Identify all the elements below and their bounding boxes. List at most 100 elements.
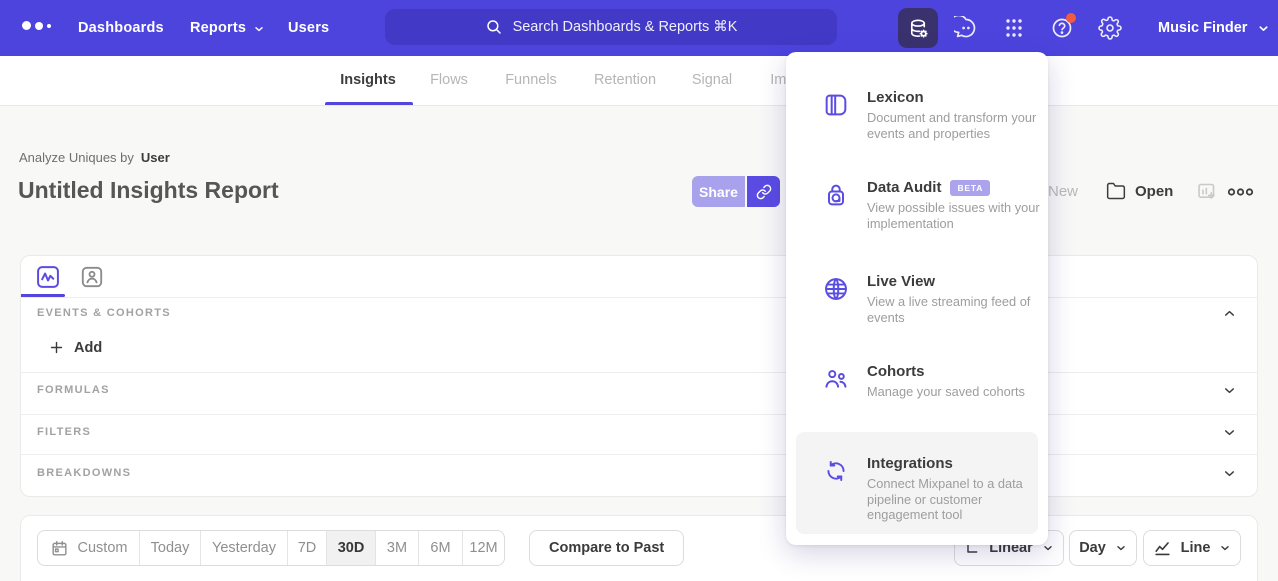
range-6m[interactable]: 6M xyxy=(418,531,462,565)
apps-grid-button[interactable] xyxy=(1002,16,1026,40)
active-tab-underline xyxy=(325,102,413,105)
mixpanel-app: Dashboards Reports Users Search Dashboar… xyxy=(0,0,1278,581)
range-7d-label: 7D xyxy=(298,540,317,556)
more-options-button[interactable] xyxy=(1227,184,1254,200)
settings-button[interactable] xyxy=(1098,16,1122,40)
interval-label: Day xyxy=(1079,540,1106,556)
range-12m-label: 12M xyxy=(469,540,497,556)
tab-funnels[interactable]: Funnels xyxy=(505,56,557,105)
collapse-events-button[interactable] xyxy=(1222,306,1237,321)
chevron-down-icon xyxy=(1222,425,1237,440)
menu-item-live-view[interactable]: Live View View a live streaming feed of … xyxy=(822,273,1034,325)
chevron-down-icon xyxy=(1222,383,1237,398)
range-3m[interactable]: 3M xyxy=(375,531,418,565)
data-management-menu: Lexicon Document and transform your even… xyxy=(786,52,1048,545)
range-12m[interactable]: 12M xyxy=(462,531,504,565)
section-breakdowns-label[interactable]: BREAKDOWNS xyxy=(37,467,131,479)
expand-filters-button[interactable] xyxy=(1222,425,1237,440)
menu-item-title: Live View xyxy=(867,273,935,290)
chevron-down-icon xyxy=(1222,466,1237,481)
range-30d-label: 30D xyxy=(338,540,365,556)
beta-badge: BETA xyxy=(950,180,990,196)
pulse-chart-icon xyxy=(34,263,62,291)
add-to-dashboard-icon xyxy=(1196,181,1217,202)
menu-item-description: Manage your saved cohorts xyxy=(867,384,1047,400)
chart-type-dropdown[interactable]: Line xyxy=(1143,530,1241,566)
menu-item-lexicon[interactable]: Lexicon Document and transform your even… xyxy=(822,89,1034,141)
menu-item-description: View a live streaming feed of events xyxy=(867,294,1047,325)
range-yesterday-label: Yesterday xyxy=(212,540,276,556)
share-button-group: Share xyxy=(692,176,780,207)
tab-retention[interactable]: Retention xyxy=(594,56,656,105)
more-options-icon xyxy=(1227,184,1254,200)
section-events-cohorts-label[interactable]: EVENTS & COHORTS xyxy=(37,307,171,319)
top-navigation-bar: Dashboards Reports Users Search Dashboar… xyxy=(0,0,1278,56)
add-label: Add xyxy=(74,340,102,356)
nav-users[interactable]: Users xyxy=(288,0,329,56)
nav-users-label: Users xyxy=(288,0,329,56)
open-report-button[interactable]: Open xyxy=(1106,181,1173,201)
range-today[interactable]: Today xyxy=(139,531,200,565)
share-button[interactable]: Share xyxy=(692,176,745,207)
grid-dots-icon xyxy=(1002,16,1026,40)
open-label: Open xyxy=(1135,183,1173,200)
folder-icon xyxy=(1106,181,1126,201)
section-formulas-label[interactable]: FORMULAS xyxy=(37,384,110,396)
nav-dashboards-label: Dashboards xyxy=(78,0,164,56)
divider xyxy=(21,297,1257,298)
nav-reports[interactable]: Reports xyxy=(190,0,265,56)
expand-formulas-button[interactable] xyxy=(1222,383,1237,398)
subtitle-entity[interactable]: User xyxy=(141,150,170,165)
range-yesterday[interactable]: Yesterday xyxy=(200,531,287,565)
interval-dropdown[interactable]: Day xyxy=(1069,530,1137,566)
menu-item-integrations[interactable]: Integrations Connect Mixpanel to a data … xyxy=(822,455,1034,523)
menu-item-data-audit[interactable]: Data Audit BETA View possible issues wit… xyxy=(822,179,1034,231)
new-report-button[interactable]: New xyxy=(1048,183,1078,200)
nav-reports-label: Reports xyxy=(190,0,246,56)
range-custom-label: Custom xyxy=(78,540,128,556)
nav-dashboards[interactable]: Dashboards xyxy=(78,0,164,56)
workspace-switcher[interactable]: Music Finder xyxy=(1158,0,1270,56)
range-7d[interactable]: 7D xyxy=(287,531,326,565)
range-custom[interactable]: Custom xyxy=(38,531,139,565)
compare-to-past-button[interactable]: Compare to Past xyxy=(529,530,684,566)
line-chart-icon xyxy=(1153,539,1172,558)
chart-type-label: Line xyxy=(1181,540,1211,556)
gear-icon xyxy=(1098,16,1122,40)
chevron-down-icon xyxy=(1257,22,1270,35)
add-to-dashboard-button[interactable] xyxy=(1196,181,1217,202)
feedback-button[interactable] xyxy=(954,16,978,40)
data-management-button[interactable] xyxy=(898,8,938,48)
menu-item-title: Lexicon xyxy=(867,89,924,106)
range-30d[interactable]: 30D xyxy=(326,531,375,565)
search-icon xyxy=(485,18,503,36)
chevron-up-icon xyxy=(1222,306,1237,321)
copy-link-button[interactable] xyxy=(747,176,780,207)
cohorts-icon xyxy=(822,365,850,393)
chevron-down-icon xyxy=(253,23,265,35)
tab-insights[interactable]: Insights xyxy=(340,56,396,105)
expand-breakdowns-button[interactable] xyxy=(1222,466,1237,481)
tab-profiles-view[interactable] xyxy=(79,264,105,290)
range-today-label: Today xyxy=(151,540,190,556)
report-subtitle: Analyze Uniques by User xyxy=(19,150,170,165)
range-6m-label: 6M xyxy=(430,540,450,556)
search-input[interactable]: Search Dashboards & Reports ⌘K xyxy=(385,9,837,45)
tab-metrics-view[interactable] xyxy=(34,263,62,291)
tab-flows[interactable]: Flows xyxy=(430,56,468,105)
menu-item-description: Connect Mixpanel to a data pipeline or c… xyxy=(867,476,1047,523)
subtitle-prefix: Analyze Uniques by xyxy=(19,150,134,165)
menu-item-description: Document and transform your events and p… xyxy=(867,110,1047,141)
menu-item-title: Cohorts xyxy=(867,363,925,380)
chevron-down-icon xyxy=(1219,542,1231,554)
chart-controls-toolbar: Custom Today Yesterday 7D 30D 3M 6M 12M … xyxy=(20,515,1258,581)
menu-item-description: View possible issues with your implement… xyxy=(867,200,1047,231)
mixpanel-logo-icon[interactable] xyxy=(22,21,51,30)
page-title[interactable]: Untitled Insights Report xyxy=(18,177,279,204)
tab-signal[interactable]: Signal xyxy=(692,56,732,105)
globe-icon xyxy=(822,275,850,303)
add-event-button[interactable]: Add xyxy=(48,339,102,356)
report-tabbar: Insights Flows Funnels Retention Signal … xyxy=(0,56,1278,106)
section-filters-label[interactable]: FILTERS xyxy=(37,426,91,438)
menu-item-cohorts[interactable]: Cohorts Manage your saved cohorts xyxy=(822,363,1034,400)
